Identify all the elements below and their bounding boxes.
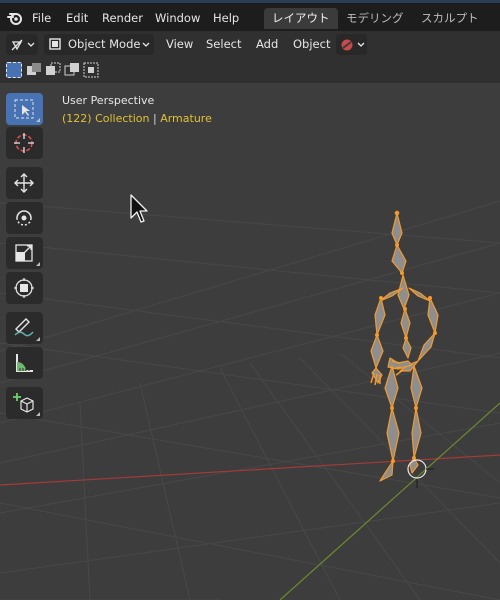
select-new-icon[interactable] (6, 62, 22, 78)
menu-object[interactable]: Object (293, 37, 330, 51)
armature-object[interactable] (0, 83, 500, 600)
select-mode-bar (0, 57, 500, 83)
transform-icon (14, 278, 34, 298)
tab-layout[interactable]: レイアウト (264, 8, 338, 29)
add-cube-icon (13, 393, 34, 413)
view3d-icon (11, 39, 23, 51)
move-icon (14, 173, 34, 193)
tool-select-box[interactable] (6, 93, 43, 125)
tool-measure[interactable] (6, 347, 43, 379)
tool-move[interactable] (6, 167, 43, 199)
menu-view[interactable]: View (166, 37, 193, 51)
menu-add[interactable]: Add (256, 37, 278, 51)
tool-annotate[interactable] (6, 312, 43, 344)
menu-file[interactable]: File (32, 11, 51, 25)
select-subtract-icon[interactable] (45, 62, 61, 78)
object-mode-icon (49, 38, 61, 50)
measure-icon (16, 354, 33, 372)
menu-render[interactable]: Render (102, 11, 143, 25)
3d-viewport[interactable] (0, 83, 500, 600)
scale-icon (15, 244, 33, 262)
tab-sculpt[interactable]: スカルプト (413, 8, 487, 29)
menu-select[interactable]: Select (206, 37, 241, 51)
tab-modeling[interactable]: モデリング (338, 8, 412, 29)
viewport-info: User Perspective (122) Collection | Arma… (62, 92, 212, 128)
tool-transform[interactable] (6, 272, 43, 304)
menu-edit[interactable]: Edit (66, 11, 88, 25)
shading-icon (341, 39, 353, 51)
cursor-icon (14, 133, 34, 153)
mode-label: Object Mode (68, 37, 141, 51)
chevron-down-icon (357, 42, 365, 47)
menu-window[interactable]: Window (155, 11, 200, 25)
info-separator: | (152, 112, 157, 125)
select-intersect-icon[interactable] (83, 62, 99, 78)
select-invert-icon[interactable] (64, 62, 80, 78)
chevron-down-icon (142, 42, 150, 47)
tool-rotate[interactable] (6, 202, 43, 234)
rotate-icon (16, 210, 32, 226)
mouse-pointer-icon (130, 194, 148, 223)
select-box-icon (14, 99, 34, 119)
top-bar: File Edit Render Window Help レイアウト モデリング… (0, 0, 500, 31)
shading-dropdown[interactable] (336, 34, 367, 55)
chevron-down-icon (27, 42, 35, 47)
menu-help[interactable]: Help (213, 11, 239, 25)
blender-logo-icon[interactable] (6, 9, 24, 27)
mode-dropdown[interactable]: Object Mode (44, 34, 154, 55)
viewport-header: Object Mode View Select Add Object (0, 31, 500, 57)
tool-scale[interactable] (6, 237, 43, 269)
collection-label: (122) Collection (62, 112, 150, 125)
select-extend-icon[interactable] (26, 62, 42, 78)
editor-type-dropdown[interactable] (6, 34, 38, 55)
tool-add-cube[interactable] (6, 387, 43, 419)
annotate-icon (14, 318, 34, 337)
tool-cursor[interactable] (6, 127, 43, 159)
perspective-label: User Perspective (62, 94, 155, 107)
active-object-label: Armature (160, 112, 212, 125)
